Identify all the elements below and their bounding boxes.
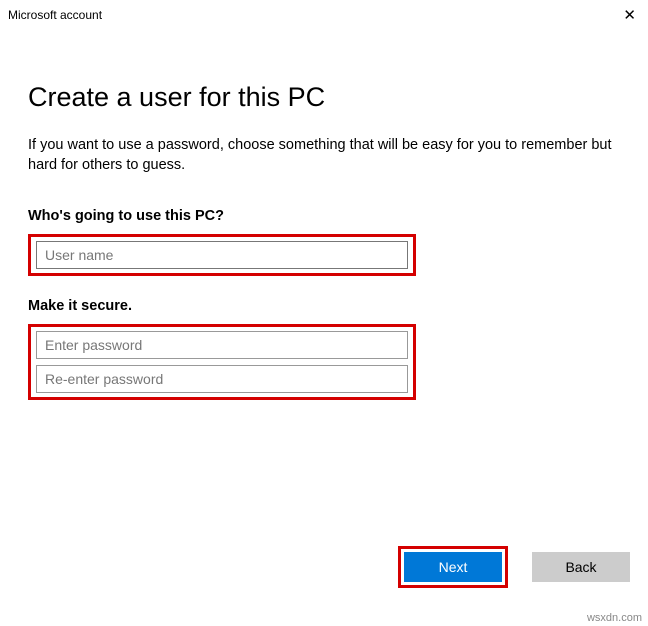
confirm-password-input[interactable] [36,365,408,393]
footer-buttons: Next Back [398,546,630,588]
page-heading: Create a user for this PC [28,82,620,113]
content-area: Create a user for this PC If you want to… [0,82,648,400]
next-highlight-box: Next [398,546,508,588]
titlebar: Microsoft account ✕ [0,0,648,30]
close-icon[interactable]: ✕ [623,6,636,24]
password-highlight-box [28,324,416,400]
password-input[interactable] [36,331,408,359]
secure-section-label: Make it secure. [28,298,620,314]
username-highlight-box [28,234,416,276]
next-button[interactable]: Next [404,552,502,582]
watermark-text: wsxdn.com [587,612,642,624]
window-title: Microsoft account [8,8,102,22]
user-section-label: Who's going to use this PC? [28,208,620,224]
back-button[interactable]: Back [532,552,630,582]
username-input[interactable] [36,241,408,269]
page-description: If you want to use a password, choose so… [28,135,620,176]
